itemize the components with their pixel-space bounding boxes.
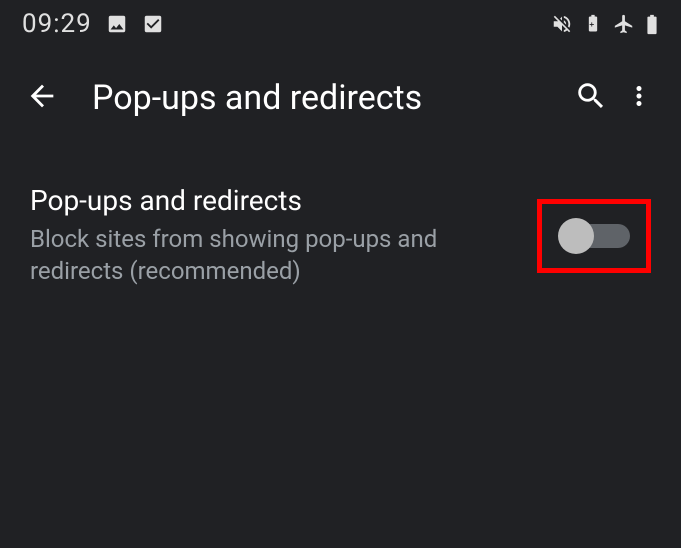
- airplane-icon: [613, 13, 635, 35]
- vibrate-off-icon: [551, 13, 573, 35]
- status-left: 09:29: [22, 9, 164, 39]
- back-button[interactable]: [18, 74, 66, 122]
- more-vert-icon: [624, 81, 654, 115]
- battery-saver-icon: [583, 13, 603, 35]
- image-icon: [106, 13, 128, 35]
- highlight-box: [537, 199, 651, 273]
- popups-toggle[interactable]: [558, 218, 630, 254]
- arrow-back-icon: [25, 79, 59, 117]
- app-bar: Pop-ups and redirects: [0, 62, 681, 134]
- toggle-thumb: [558, 218, 594, 254]
- status-clock: 09:29: [22, 9, 92, 39]
- more-button[interactable]: [615, 74, 663, 122]
- status-bar: 09:29: [0, 0, 681, 48]
- checkbox-icon: [142, 13, 164, 35]
- search-icon: [574, 79, 608, 117]
- status-right: [551, 13, 659, 35]
- page-title: Pop-ups and redirects: [92, 78, 567, 118]
- content: Pop-ups and redirects Block sites from s…: [0, 134, 681, 288]
- battery-icon: [645, 13, 659, 35]
- setting-title: Pop-ups and redirects: [30, 184, 513, 217]
- search-button[interactable]: [567, 74, 615, 122]
- setting-row-popups[interactable]: Pop-ups and redirects Block sites from s…: [30, 184, 651, 288]
- setting-subtitle: Block sites from showing pop-ups and red…: [30, 223, 490, 288]
- setting-text: Pop-ups and redirects Block sites from s…: [30, 184, 537, 288]
